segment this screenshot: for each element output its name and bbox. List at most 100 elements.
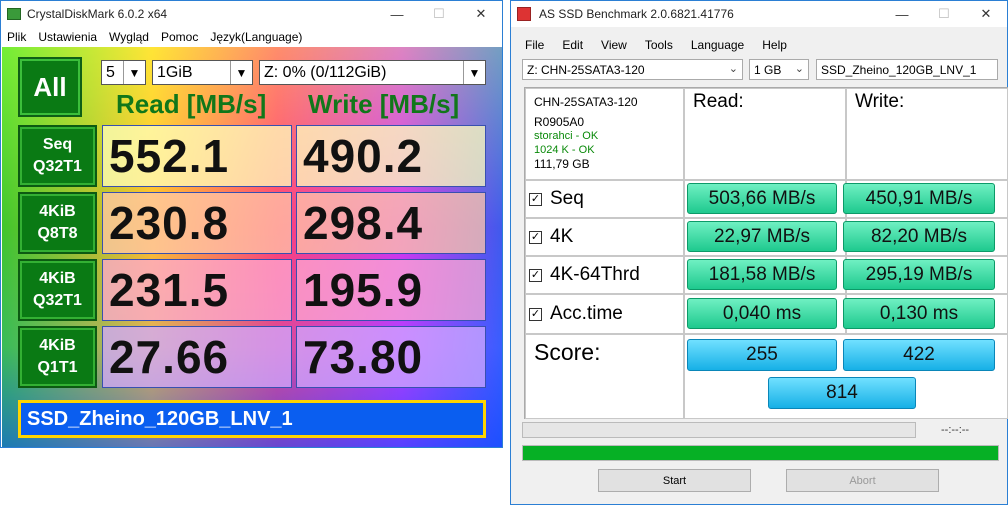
read-header: Read: bbox=[684, 88, 846, 180]
write-header: Write: bbox=[846, 88, 1008, 180]
chevron-down-icon: ⌄ bbox=[728, 63, 738, 75]
write-value: 73.80 bbox=[296, 326, 486, 388]
size-select[interactable]: 1 GB ⌄ bbox=[749, 59, 809, 80]
drive-capacity: 111,79 GB bbox=[534, 157, 590, 171]
window-title: CrystalDiskMark 6.0.2 x64 bbox=[27, 7, 168, 21]
close-icon[interactable]: ✕ bbox=[965, 1, 1007, 27]
menu-settings[interactable]: Ustawienia bbox=[38, 30, 97, 44]
write-value: 490.2 bbox=[296, 125, 486, 187]
asd-titlebar: AS SSD Benchmark 2.0.6821.41776 — ☐ ✕ bbox=[511, 1, 1007, 27]
name-field[interactable]: SSD_Zheino_120GB_LNV_1 bbox=[816, 59, 998, 80]
row-label: Seq bbox=[550, 188, 584, 209]
all-button[interactable]: All bbox=[18, 57, 82, 117]
app-icon bbox=[7, 8, 21, 20]
write-value: 295,19 MB/s bbox=[843, 259, 995, 290]
read-value: 231.5 bbox=[102, 259, 292, 321]
test-label: 4KiB bbox=[39, 270, 76, 287]
seq-checkbox[interactable]: ✓ Seq bbox=[529, 183, 584, 215]
test-4k-q32t1-button[interactable]: 4KiB Q32T1 bbox=[18, 259, 97, 321]
check-icon: ✓ bbox=[529, 230, 542, 244]
test-seq-button[interactable]: Seq Q32T1 bbox=[18, 125, 97, 187]
check-icon: ✓ bbox=[529, 307, 542, 321]
write-value: 298.4 bbox=[296, 192, 486, 254]
row-label: 4K-64Thrd bbox=[550, 264, 640, 285]
asd-menubar: File Edit View Tools Language Help bbox=[511, 35, 1007, 55]
cdm-body: All 5 ▼ 1GiB ▼ Z: 0% (0/112GiB) ▼ Read [MB/… bbox=[2, 47, 502, 447]
size-select[interactable]: 1GiB ▼ bbox=[152, 60, 253, 85]
overall-progress-fill bbox=[523, 446, 998, 460]
write-header: Write [MB/s] bbox=[308, 89, 460, 119]
chevron-down-icon: ▼ bbox=[463, 61, 485, 84]
menu-help[interactable]: Pomoc bbox=[161, 30, 198, 44]
drive-value: Z: 0% (0/112GiB) bbox=[264, 63, 387, 81]
write-value: 82,20 MB/s bbox=[843, 221, 995, 252]
score-label: Score: bbox=[525, 334, 684, 419]
minimize-icon[interactable]: — bbox=[376, 1, 418, 27]
test-label: Q8T8 bbox=[37, 225, 78, 242]
alignment-status: 1024 K - OK bbox=[534, 144, 595, 156]
chevron-down-icon: ⌄ bbox=[794, 63, 804, 75]
check-icon: ✓ bbox=[529, 268, 542, 282]
drive-model: CHN-25SATA3-120 bbox=[534, 95, 638, 109]
size-value: 1GiB bbox=[157, 63, 193, 81]
menu-theme[interactable]: Wygląd bbox=[109, 30, 149, 44]
write-value: 195.9 bbox=[296, 259, 486, 321]
start-button[interactable]: Start bbox=[598, 469, 751, 492]
chevron-down-icon: ▼ bbox=[123, 61, 145, 84]
maximize-icon[interactable]: ☐ bbox=[923, 1, 965, 27]
check-icon: ✓ bbox=[529, 192, 542, 206]
test-label: Seq bbox=[42, 136, 73, 153]
write-value: 0,130 ms bbox=[843, 298, 995, 329]
comment-field[interactable]: SSD_Zheino_120GB_LNV_1 bbox=[18, 400, 486, 438]
drive-value: Z: CHN-25SATA3-120 bbox=[527, 62, 645, 77]
count-select[interactable]: 5 ▼ bbox=[101, 60, 146, 85]
minimize-icon[interactable]: — bbox=[881, 1, 923, 27]
read-value: 552.1 bbox=[102, 125, 292, 187]
test-label: Q32T1 bbox=[33, 292, 82, 309]
close-icon[interactable]: ✕ bbox=[460, 1, 502, 27]
count-value: 5 bbox=[106, 63, 115, 81]
overall-progress-bar bbox=[522, 445, 999, 461]
test-label: 4KiB bbox=[39, 337, 76, 354]
menu-tools[interactable]: Tools bbox=[645, 38, 673, 52]
as-ssd-window: AS SSD Benchmark 2.0.6821.41776 — ☐ ✕ Fi… bbox=[510, 0, 1008, 505]
drive-select[interactable]: Z: CHN-25SATA3-120 ⌄ bbox=[522, 59, 743, 80]
test-4k-q8t8-button[interactable]: 4KiB Q8T8 bbox=[18, 192, 97, 254]
row-label: 4K bbox=[550, 226, 574, 247]
acc-time-checkbox[interactable]: ✓ Acc.time bbox=[529, 298, 623, 330]
score-total: 814 bbox=[768, 377, 916, 409]
read-value: 181,58 MB/s bbox=[687, 259, 837, 290]
read-header: Read [MB/s] bbox=[116, 89, 267, 119]
size-value: 1 GB bbox=[754, 62, 782, 77]
read-value: 503,66 MB/s bbox=[687, 183, 837, 214]
menu-view[interactable]: View bbox=[601, 38, 627, 52]
menu-edit[interactable]: Edit bbox=[562, 38, 583, 52]
cdm-menubar: Plik Ustawienia Wygląd Pomoc Język(Langu… bbox=[1, 27, 502, 47]
4k-64thrd-checkbox[interactable]: ✓ 4K-64Thrd bbox=[529, 259, 640, 291]
maximize-icon[interactable]: ☐ bbox=[418, 1, 460, 27]
app-icon bbox=[517, 7, 531, 21]
driver-status: storahci - OK bbox=[534, 130, 599, 142]
menu-help[interactable]: Help bbox=[762, 38, 787, 52]
test-label: 4KiB bbox=[39, 203, 76, 220]
test-label: Q32T1 bbox=[33, 158, 82, 175]
menu-language[interactable]: Language bbox=[691, 38, 744, 52]
menu-language[interactable]: Język(Language) bbox=[210, 30, 302, 44]
drive-firmware: R0905A0 bbox=[534, 115, 585, 129]
abort-button[interactable]: Abort bbox=[786, 469, 939, 492]
drive-select[interactable]: Z: 0% (0/112GiB) ▼ bbox=[259, 60, 486, 85]
read-value: 230.8 bbox=[102, 192, 292, 254]
elapsed-time: --:--:-- bbox=[941, 424, 970, 436]
score-write: 422 bbox=[843, 339, 995, 371]
read-value: 22,97 MB/s bbox=[687, 221, 837, 252]
read-value: 0,040 ms bbox=[687, 298, 837, 329]
row-label: Acc.time bbox=[550, 303, 623, 324]
window-title: AS SSD Benchmark 2.0.6821.41776 bbox=[539, 7, 734, 21]
menu-file[interactable]: Plik bbox=[7, 30, 26, 44]
drive-info: CHN-25SATA3-120 R0905A0 storahci - OK 10… bbox=[525, 88, 684, 180]
menu-file[interactable]: File bbox=[525, 38, 544, 52]
test-label: Q1T1 bbox=[37, 359, 78, 376]
results-grid: CHN-25SATA3-120 R0905A0 storahci - OK 10… bbox=[524, 87, 1008, 419]
test-4k-q1t1-button[interactable]: 4KiB Q1T1 bbox=[18, 326, 97, 388]
4k-checkbox[interactable]: ✓ 4K bbox=[529, 221, 573, 253]
